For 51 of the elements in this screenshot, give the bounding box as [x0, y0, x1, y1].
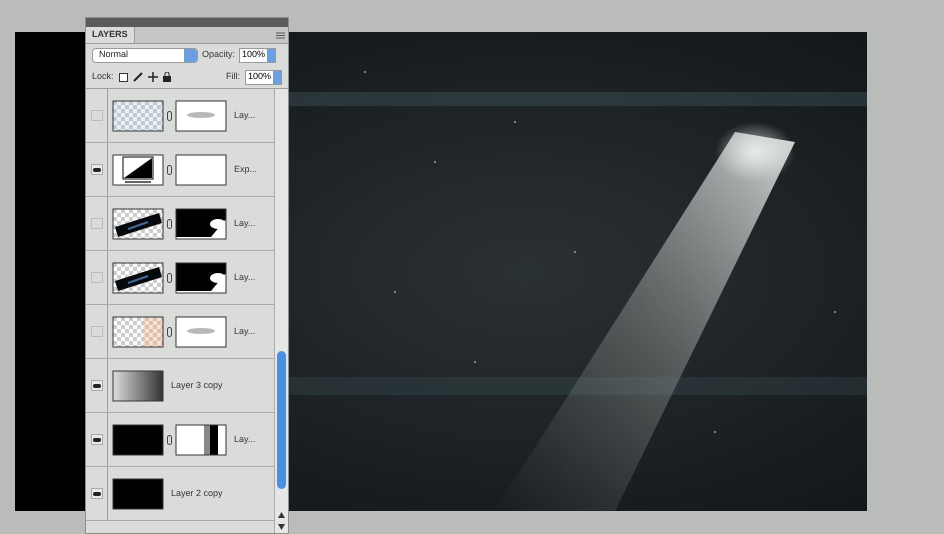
eye-icon[interactable] [90, 488, 102, 499]
layer-mask-thumbnail[interactable] [175, 262, 227, 294]
layer-name[interactable]: Layer 3 copy [171, 378, 223, 392]
layer-name[interactable]: Lay... [234, 324, 256, 338]
scroll-down-icon[interactable] [278, 524, 285, 530]
layer-mask-thumbnail[interactable] [175, 316, 227, 348]
layer-name[interactable]: Layer 2 copy [171, 486, 223, 500]
layer-thumbnail[interactable] [112, 262, 164, 294]
scrollbar[interactable] [274, 89, 288, 533]
blend-mode-dropdown[interactable]: Normal [92, 48, 198, 62]
link-icon[interactable] [167, 110, 172, 120]
layer-thumbnail[interactable] [112, 100, 164, 132]
eye-icon[interactable] [90, 380, 102, 391]
layers-tab[interactable]: LAYERS [86, 27, 135, 43]
visibility-toggle[interactable] [90, 218, 102, 229]
link-icon[interactable] [167, 164, 172, 174]
scroll-thumb[interactable] [277, 351, 286, 489]
layer-name[interactable]: Lay... [234, 216, 256, 230]
fill-label: Fill: [226, 70, 240, 84]
lock-transparency-icon[interactable] [118, 72, 128, 82]
layer-thumbnail[interactable] [112, 478, 164, 510]
layer-mask-thumbnail[interactable] [175, 100, 227, 132]
layer-thumbnail[interactable] [112, 316, 164, 348]
layer-thumbnail[interactable] [112, 424, 164, 456]
layer-mask-thumbnail[interactable] [175, 154, 227, 186]
link-icon[interactable] [167, 218, 172, 228]
layer-thumbnail[interactable] [112, 154, 164, 186]
link-icon[interactable] [167, 272, 172, 282]
layer-mask-thumbnail[interactable] [175, 208, 227, 240]
visibility-toggle[interactable] [90, 272, 102, 283]
lock-label: Lock: [92, 70, 114, 84]
link-icon[interactable] [167, 434, 172, 444]
opacity-field[interactable]: 100% [239, 48, 276, 62]
visibility-toggle[interactable] [90, 326, 102, 337]
layer-thumbnail[interactable] [112, 208, 164, 240]
layer-name[interactable]: Exp... [234, 162, 258, 176]
move-icon[interactable] [148, 72, 158, 82]
fill-field[interactable]: 100% [244, 70, 282, 84]
eye-icon[interactable] [90, 164, 102, 175]
panel-menu-icon[interactable] [276, 32, 285, 39]
layer-thumbnail[interactable] [112, 370, 164, 402]
visibility-toggle[interactable] [90, 110, 102, 121]
opacity-label: Opacity: [202, 48, 236, 62]
lock-icon[interactable] [162, 72, 171, 82]
eye-icon[interactable] [90, 434, 102, 445]
layer-name[interactable]: Lay... [234, 108, 256, 122]
layer-name[interactable]: Lay... [234, 432, 256, 446]
brush-icon[interactable] [132, 72, 143, 82]
layer-mask-thumbnail[interactable] [175, 424, 227, 456]
link-icon[interactable] [167, 326, 172, 336]
layer-name[interactable]: Lay... [234, 270, 256, 284]
